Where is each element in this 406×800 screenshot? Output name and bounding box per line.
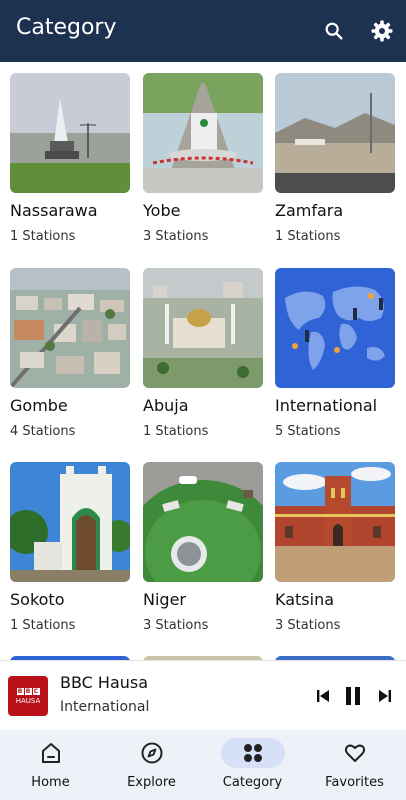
category-name: Nassarawa	[10, 201, 98, 220]
nav-label: Explore	[127, 775, 176, 790]
category-name: Zamfara	[275, 201, 344, 220]
settings-button[interactable]	[368, 17, 396, 45]
grid-icon	[220, 738, 285, 768]
next-button[interactable]	[372, 683, 398, 709]
nav-item-category[interactable]: Category	[202, 730, 303, 800]
category-image	[275, 73, 395, 193]
logo-subtitle: HAUSA	[15, 696, 41, 705]
category-image	[10, 462, 130, 582]
category-name: Sokoto	[10, 590, 65, 609]
category-name: Niger	[143, 590, 186, 609]
category-station-count: 5 Stations	[275, 424, 341, 439]
logo-letter: C	[32, 687, 40, 695]
search-button[interactable]	[320, 17, 348, 45]
category-image	[275, 268, 395, 388]
now-playing-subtitle: International	[60, 699, 150, 715]
category-name: Abuja	[143, 396, 189, 415]
category-grid: Nassarawa 1 Stations Yobe 3 Stations Zam…	[0, 62, 406, 660]
heart-icon	[323, 738, 387, 768]
compass-icon	[120, 738, 184, 768]
now-playing-title: BBC Hausa	[60, 673, 149, 692]
home-icon	[19, 738, 83, 768]
category-image	[275, 462, 395, 582]
category-name: Yobe	[143, 201, 181, 220]
bottom-navigation: Home Explore Category Favorites	[0, 730, 406, 800]
category-card-niger[interactable]: Niger 3 Stations	[143, 462, 265, 642]
category-card-nassarawa[interactable]: Nassarawa 1 Stations	[10, 73, 132, 253]
category-name: International	[275, 396, 378, 415]
nav-item-home[interactable]: Home	[0, 730, 101, 800]
nav-label: Favorites	[325, 775, 384, 790]
category-station-count: 3 Stations	[143, 618, 209, 633]
category-name: Gombe	[10, 396, 68, 415]
category-station-count: 1 Stations	[10, 229, 76, 244]
category-station-count: 1 Stations	[143, 424, 209, 439]
category-station-count: 4 Stations	[10, 424, 76, 439]
category-card-zamfara[interactable]: Zamfara 1 Stations	[275, 73, 397, 253]
category-station-count: 3 Stations	[143, 229, 209, 244]
station-logo: B B C HAUSA	[8, 676, 48, 716]
skip-previous-icon	[317, 690, 329, 702]
category-card-sokoto[interactable]: Sokoto 1 Stations	[10, 462, 132, 642]
category-image	[143, 73, 263, 193]
app-bar: Category	[0, 0, 406, 62]
category-station-count: 3 Stations	[275, 618, 341, 633]
category-image	[143, 462, 263, 582]
search-icon	[325, 22, 343, 40]
logo-letter: B	[24, 687, 32, 695]
category-card-yobe[interactable]: Yobe 3 Stations	[143, 73, 265, 253]
pause-icon	[346, 687, 360, 705]
logo-letter: B	[16, 687, 24, 695]
mini-player[interactable]: B B C HAUSA BBC Hausa International	[0, 660, 406, 731]
category-card-abuja[interactable]: Abuja 1 Stations	[143, 268, 265, 448]
nav-label: Category	[222, 775, 283, 790]
category-station-count: 1 Stations	[275, 229, 341, 244]
previous-button[interactable]	[310, 683, 336, 709]
category-image	[10, 268, 130, 388]
gear-icon	[371, 20, 393, 42]
nav-item-favorites[interactable]: Favorites	[303, 730, 406, 800]
category-station-count: 1 Stations	[10, 618, 76, 633]
pause-button[interactable]	[340, 683, 366, 709]
nav-label: Home	[31, 775, 70, 790]
category-card-katsina[interactable]: Katsina 3 Stations	[275, 462, 397, 642]
page-title: Category	[16, 15, 117, 40]
category-card-international[interactable]: International 5 Stations	[275, 268, 397, 448]
nav-item-explore[interactable]: Explore	[101, 730, 202, 800]
skip-next-icon	[379, 690, 391, 702]
category-image	[10, 73, 130, 193]
category-image	[143, 268, 263, 388]
category-name: Katsina	[275, 590, 335, 609]
category-card-gombe[interactable]: Gombe 4 Stations	[10, 268, 132, 448]
